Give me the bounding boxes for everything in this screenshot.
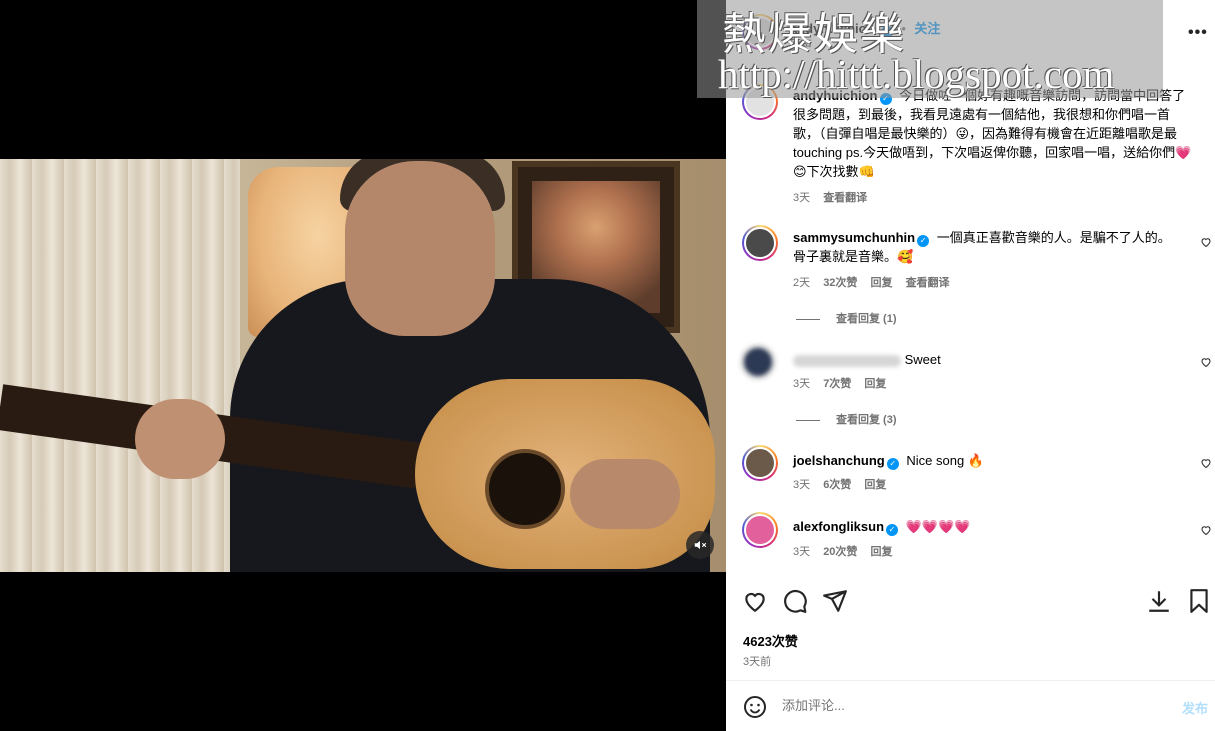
- comment-time: 3天: [793, 546, 811, 558]
- comment-body: Sweet: [793, 350, 1183, 369]
- post-action-bar: [726, 588, 1215, 618]
- comment-avatar[interactable]: [742, 225, 778, 261]
- replies-divider: [796, 318, 820, 320]
- comment-reply-button[interactable]: 回复: [871, 277, 893, 289]
- comment-avatar[interactable]: [742, 512, 778, 548]
- media-pane: [0, 0, 726, 731]
- more-options-button[interactable]: •••: [1188, 24, 1208, 42]
- caption-meta: 3天 查看翻译: [793, 189, 867, 205]
- comment-time: 2天: [793, 277, 811, 289]
- comment-avatar[interactable]: [740, 344, 776, 380]
- comment-time: 3天: [793, 378, 811, 390]
- view-replies-button[interactable]: 查看回复 (1): [796, 310, 897, 326]
- comment-like-heart-icon[interactable]: [1200, 524, 1212, 536]
- comment-avatar[interactable]: [742, 445, 778, 481]
- caption-translate-button[interactable]: 查看翻译: [823, 192, 867, 204]
- comment-text: Nice song 🔥: [906, 453, 984, 468]
- comment-meta: 3天 6次赞 回复: [793, 476, 886, 492]
- comment-body: alexfongliksun ✓ 💗💗💗💗: [793, 517, 1183, 536]
- mute-button[interactable]: [686, 531, 714, 559]
- heart-icon[interactable]: [742, 588, 768, 614]
- comment-text: Sweet: [904, 352, 941, 367]
- comment-likes[interactable]: 20次赞: [823, 546, 857, 558]
- video-player[interactable]: [0, 159, 726, 572]
- share-icon[interactable]: [822, 588, 848, 614]
- video-hand-right: [570, 459, 680, 529]
- comment-text: 💗💗💗💗: [905, 519, 971, 534]
- comment-meta: 3天 7次赞 回复: [793, 375, 886, 391]
- verified-badge-icon: ✓: [886, 458, 899, 470]
- video-hand-left: [135, 399, 225, 479]
- comment-body: joelshanchung ✓ Nice song 🔥: [793, 451, 1183, 470]
- guitar-soundhole: [485, 449, 565, 529]
- comment-username[interactable]: sammysumchunhin: [793, 230, 915, 245]
- comment-username[interactable]: alexfongliksun: [793, 519, 884, 534]
- comment-icon[interactable]: [782, 588, 808, 614]
- comment-meta: 3天 20次赞 回复: [793, 543, 893, 559]
- watermark-url: http://hittt.blogspot.com: [718, 51, 1115, 97]
- comment-likes[interactable]: 7次赞: [823, 378, 851, 390]
- bookmark-icon[interactable]: [1186, 588, 1212, 614]
- comment-like-heart-icon[interactable]: [1200, 356, 1212, 368]
- post-comment-button[interactable]: 发布: [1182, 698, 1208, 717]
- comment-like-heart-icon[interactable]: [1200, 457, 1212, 469]
- verified-badge-icon: ✓: [917, 235, 930, 247]
- comment-input[interactable]: [782, 698, 1122, 713]
- comment-likes[interactable]: 32次赞: [823, 277, 857, 289]
- comment-likes[interactable]: 6次赞: [823, 479, 851, 491]
- comment-username[interactable]: joelshanchung: [793, 453, 885, 468]
- comment-like-heart-icon[interactable]: [1200, 236, 1212, 248]
- caption-block: andyhuichion✓ 今日做咗一個好有趣嘅音樂訪問，訪問當中回答了很多問題…: [793, 86, 1193, 181]
- replies-divider: [796, 419, 820, 421]
- view-replies-button[interactable]: 查看回复 (3): [796, 411, 897, 427]
- comment-reply-button[interactable]: 回复: [864, 378, 886, 390]
- emoji-icon[interactable]: [743, 695, 767, 719]
- verified-badge-icon: ✓: [886, 524, 899, 536]
- post-panel: andyhuichion ✓ • 关注 原声 ••• andyhuichion✓…: [726, 0, 1215, 731]
- comment-time: 3天: [793, 479, 811, 491]
- add-comment-bar: 发布: [726, 680, 1215, 731]
- comment-reply-button[interactable]: 回复: [871, 546, 893, 558]
- download-icon[interactable]: [1146, 588, 1172, 614]
- speaker-muted-icon: [694, 540, 707, 550]
- likes-count[interactable]: 4623次赞: [743, 631, 798, 650]
- comment-translate-button[interactable]: 查看翻译: [906, 277, 950, 289]
- video-head: [345, 161, 495, 336]
- caption-time: 3天: [793, 192, 811, 204]
- blurred-username: [793, 354, 901, 367]
- comment-reply-button[interactable]: 回复: [864, 479, 886, 491]
- comment-meta: 2天 32次赞 回复 查看翻译: [793, 274, 950, 290]
- video-curtain: [0, 159, 240, 572]
- comment-body: sammysumchunhin ✓ 一個真正喜歡音樂的人。是騙不了人的。骨子裏就是…: [793, 228, 1183, 266]
- posted-time: 3天前: [743, 656, 772, 668]
